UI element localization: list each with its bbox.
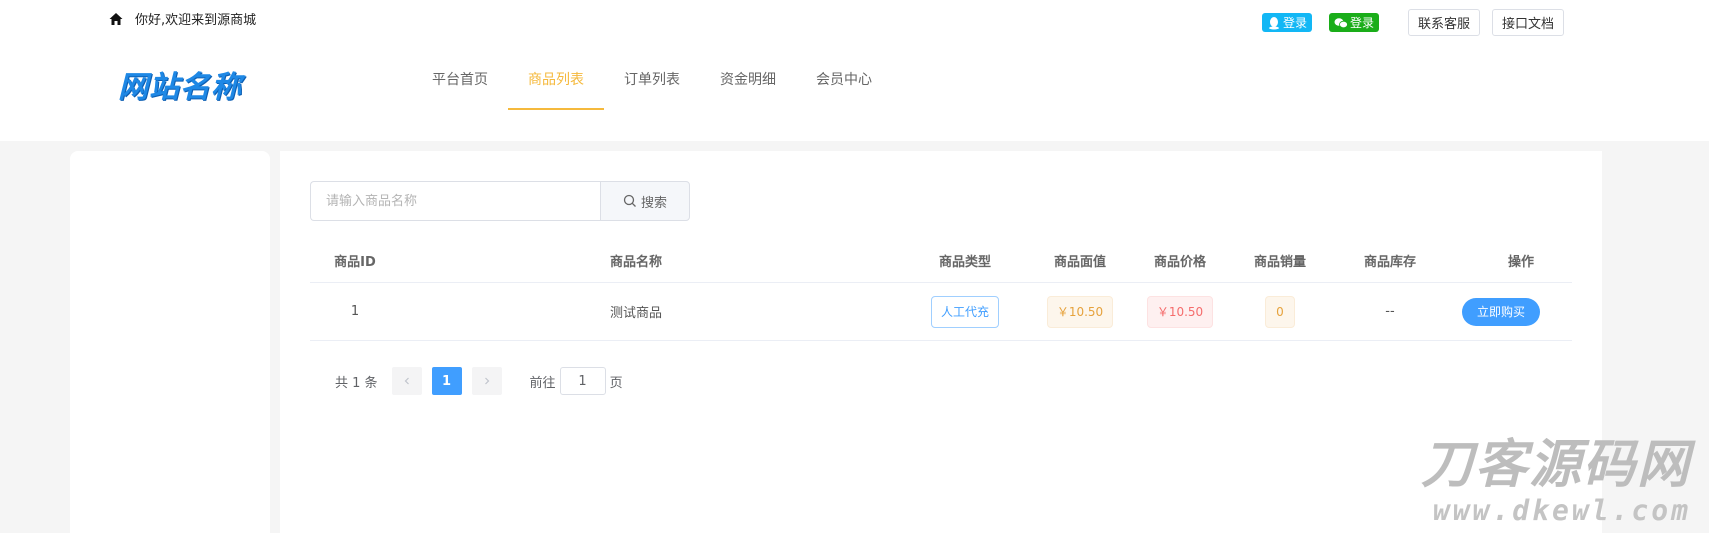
site-logo[interactable]: 网站名称 bbox=[118, 62, 242, 106]
cell-face-value: ￥10.50 bbox=[1030, 295, 1130, 328]
next-page-button[interactable] bbox=[471, 367, 502, 395]
wechat-login-button[interactable]: 登录 bbox=[1328, 13, 1379, 32]
nav-item-orders[interactable]: 订单列表 bbox=[604, 60, 700, 110]
goto-suffix: 页 bbox=[609, 375, 623, 391]
header-type: 商品类型 bbox=[938, 255, 991, 270]
cell-price: ￥10.50 bbox=[1130, 295, 1230, 328]
qq-login-button[interactable]: 登录 bbox=[1261, 13, 1312, 32]
page-number-current[interactable]: 1 bbox=[431, 367, 462, 395]
header-id: 商品ID bbox=[334, 255, 376, 270]
price-tag: ￥10.50 bbox=[1146, 295, 1214, 328]
main-nav: 平台首页 商品列表 订单列表 资金明细 会员中心 bbox=[412, 60, 892, 110]
cell-id: 1 bbox=[350, 304, 360, 319]
goto-prefix: 前往 bbox=[529, 375, 556, 391]
pagination-total: 共 1 条 bbox=[335, 375, 378, 391]
chevron-left-icon bbox=[404, 377, 409, 385]
header-price: 商品价格 bbox=[1153, 255, 1206, 270]
header-face-value: 商品面值 bbox=[1053, 255, 1106, 270]
top-bar: 你好,欢迎来到源商城 登录 登录 联系客服 接口文档 bbox=[0, 0, 1709, 38]
product-panel: 搜索 商品ID 商品名称 商品类型 商品面值 商品价格 商品销量 商品库存 操作… bbox=[280, 151, 1602, 533]
home-icon[interactable] bbox=[108, 11, 124, 27]
table-row: 1 测试商品 人工代充 ￥10.50 ￥10.50 0 -- 立即购买 bbox=[310, 283, 1572, 341]
topbar-actions: 登录 登录 联系客服 接口文档 bbox=[1261, 9, 1564, 36]
cell-stock: -- bbox=[1385, 304, 1395, 319]
sales-tag: 0 bbox=[1265, 295, 1295, 328]
qq-login-label: 登录 bbox=[1282, 16, 1307, 30]
cell-name: 测试商品 bbox=[610, 306, 663, 321]
header-stock: 商品库存 bbox=[1363, 255, 1416, 270]
welcome-text: 你好,欢迎来到源商城 bbox=[135, 13, 257, 28]
buy-now-button[interactable]: 立即购买 bbox=[1461, 297, 1540, 326]
header-sales: 商品销量 bbox=[1253, 255, 1306, 270]
search-button-label: 搜索 bbox=[640, 195, 667, 211]
welcome-area: 你好,欢迎来到源商城 bbox=[108, 9, 256, 28]
contact-service-button[interactable]: 联系客服 bbox=[1407, 9, 1480, 36]
header-name: 商品名称 bbox=[610, 255, 663, 270]
site-header: 你好,欢迎来到源商城 登录 登录 联系客服 接口文档 网站名称 平台首页 商品列… bbox=[0, 0, 1709, 141]
nav-item-products[interactable]: 商品列表 bbox=[508, 60, 604, 110]
api-docs-button[interactable]: 接口文档 bbox=[1491, 9, 1564, 36]
chevron-right-icon bbox=[484, 377, 489, 385]
watermark: 刀客源码网 www.dkewl.com bbox=[1421, 436, 1691, 527]
face-value-tag: ￥10.50 bbox=[1046, 295, 1114, 328]
cell-action: 立即购买 bbox=[1440, 297, 1572, 326]
cell-type: 人工代充 bbox=[900, 295, 1030, 328]
cell-sales: 0 bbox=[1230, 295, 1330, 328]
prev-page-button[interactable] bbox=[391, 367, 422, 395]
page-jumper: 前往 页 bbox=[530, 367, 623, 395]
type-tag: 人工代充 bbox=[930, 295, 999, 328]
header-action: 操作 bbox=[1507, 255, 1534, 270]
nav-item-funds[interactable]: 资金明细 bbox=[700, 60, 796, 110]
wechat-icon bbox=[1334, 17, 1348, 28]
sidebar bbox=[70, 151, 270, 533]
watermark-url-text: www.dkewl.com bbox=[1432, 494, 1691, 527]
product-table: 商品ID 商品名称 商品类型 商品面值 商品价格 商品销量 商品库存 操作 1 … bbox=[310, 239, 1572, 341]
watermark-main-text: 刀客源码网 bbox=[1420, 435, 1691, 495]
goto-page-input[interactable] bbox=[559, 367, 606, 395]
search-bar: 搜索 bbox=[310, 181, 690, 221]
search-button[interactable]: 搜索 bbox=[600, 181, 690, 221]
qq-icon bbox=[1268, 16, 1279, 29]
table-header: 商品ID 商品名称 商品类型 商品面值 商品价格 商品销量 商品库存 操作 bbox=[310, 239, 1572, 283]
nav-item-home[interactable]: 平台首页 bbox=[412, 60, 508, 110]
search-input[interactable] bbox=[310, 181, 600, 221]
pagination: 共 1 条 1 前往 页 bbox=[335, 367, 623, 395]
wechat-login-label: 登录 bbox=[1349, 16, 1374, 30]
search-icon bbox=[623, 194, 636, 207]
nav-item-member[interactable]: 会员中心 bbox=[796, 60, 892, 110]
